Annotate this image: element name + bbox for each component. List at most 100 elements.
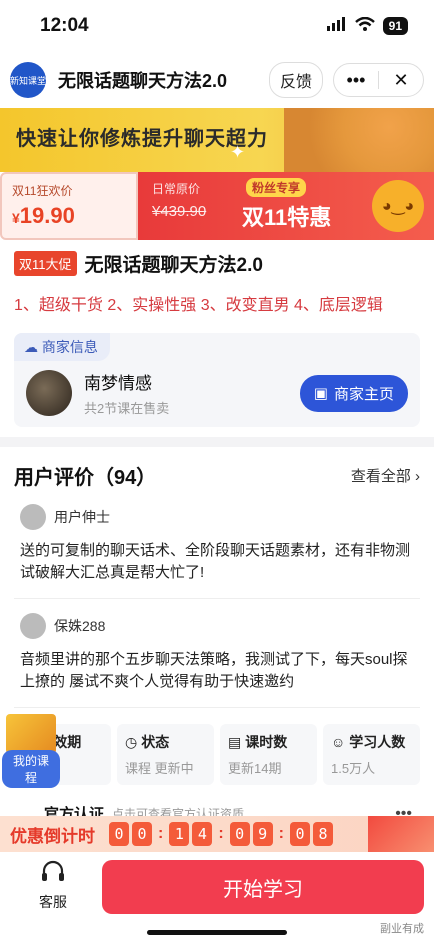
stat-learners-value: 1.5万人	[331, 761, 376, 776]
merchant-name: 南梦情感	[84, 374, 152, 393]
stat-learners-label: 学习人数	[349, 734, 406, 750]
customer-service-button[interactable]: 客服	[10, 860, 96, 941]
bottom-action-bar: 客服 开始学习	[0, 852, 434, 941]
more-icon[interactable]: •••	[334, 70, 378, 91]
start-learning-button[interactable]: 开始学习	[102, 860, 424, 914]
stat-lessons-title: ▤ 课时数	[228, 732, 309, 752]
chevron-right-icon: ›	[410, 468, 420, 485]
users-icon: ☺	[331, 734, 346, 750]
stat-status-title: ◷ 状态	[125, 732, 206, 752]
reviews-section: 用户评价（94） 查看全部 › 用户伸士 送的可复制的聊天话术、全阶段聊天话题素…	[0, 447, 434, 838]
status-icons: 91	[326, 16, 408, 36]
stat-learners: ☺ 学习人数 1.5万人	[323, 724, 420, 785]
merchant-info: 南梦情感 共2节课在售卖	[84, 369, 300, 417]
merchant-body: 南梦情感 共2节课在售卖 ▣ 商家主页	[14, 361, 420, 417]
countdown-bar: 优惠倒计时 0 0 : 1 4 : 0 9 : 0 8	[0, 816, 434, 852]
stat-lessons: ▤ 课时数 更新14期	[220, 724, 317, 785]
review-username: 保姝288	[54, 618, 106, 634]
review-text: 音频里讲的那个五步聊天法策略，我测试了下，每天soul探上撩的 屡试不爽个人觉得…	[20, 651, 408, 690]
merchant-card: ☁ 商家信息 南梦情感 共2节课在售卖 ▣ 商家主页	[14, 333, 420, 427]
mini-program-capsule: ••• ✕	[333, 63, 424, 97]
course-stats: ▦有效期 有效 ◷状态 课程 更新中 ▤课时数 更新14期 ☺学习人数 1.5万…	[14, 708, 420, 797]
merchant-avatar[interactable]	[26, 370, 72, 416]
review-item: 用户伸士 送的可复制的聊天话术、全阶段聊天话题素材，还有非物测试破解大汇总真是帮…	[14, 490, 420, 599]
battery-indicator: 91	[382, 17, 408, 35]
promo-tag: 双11大促	[14, 251, 77, 276]
stat-status-label: 状态	[141, 734, 170, 750]
my-course-float-button[interactable]: 我的课程	[2, 714, 60, 788]
course-subtitle: 1、超级干货 2、实操性强 3、改变直男 4、底层逻辑	[14, 297, 383, 314]
merchant-home-button[interactable]: ▣ 商家主页	[299, 374, 408, 412]
document-icon: ▤	[228, 733, 242, 750]
promo-title: 双11特惠	[242, 205, 332, 230]
countdown-colon: :	[218, 825, 224, 842]
course-banner: 快速让你修炼提升聊天超力 ✦	[0, 108, 434, 172]
status-time: 12:04	[40, 15, 89, 36]
review-user: 保姝288	[20, 613, 414, 639]
review-item: 保姝288 音频里讲的那个五步聊天法策略，我测试了下，每天soul探上撩的 屡试…	[14, 599, 420, 708]
signal-icon	[326, 16, 347, 36]
sale-price-amount: 19.90	[19, 203, 75, 228]
page-title: 无限话题聊天方法2.0	[58, 71, 228, 91]
review-username: 用户伸士	[54, 509, 110, 525]
countdown-digit: 0	[229, 822, 250, 846]
sale-price: ¥19.90	[12, 203, 126, 229]
wifi-icon	[354, 16, 375, 36]
app-logo: 新知课堂	[10, 62, 46, 98]
navbar: 新知课堂 无限话题聊天方法2.0 反馈 ••• ✕	[0, 52, 434, 108]
reviews-title: 用户评价（94）	[14, 467, 157, 489]
stat-status: ◷ 状态 课程 更新中	[117, 724, 214, 785]
merchant-header: ☁ 商家信息	[14, 333, 110, 361]
customer-service-label: 客服	[39, 894, 67, 910]
course-title: 无限话题聊天方法2.0	[84, 255, 263, 276]
mascot-icon: ◕‿◕	[372, 180, 424, 232]
countdown-digit: 0	[289, 822, 310, 846]
countdown-digit: 0	[109, 822, 129, 846]
red-envelope-decoration	[368, 816, 434, 852]
stat-status-value: 课程 更新中	[125, 761, 194, 776]
banner-image	[284, 108, 434, 172]
currency-symbol: ¥	[12, 210, 20, 226]
merchant-header-label: 商家信息	[41, 339, 98, 355]
avatar	[20, 504, 46, 530]
close-icon[interactable]: ✕	[379, 70, 423, 91]
countdown-colon: :	[278, 825, 284, 842]
merchant-icon: ☁	[24, 339, 38, 355]
merchant-home-label: 商家主页	[333, 385, 394, 403]
reviews-header: 用户评价（94） 查看全部 ›	[14, 461, 420, 490]
countdown-digit: 0	[132, 822, 152, 846]
headset-icon	[40, 860, 66, 890]
clock-icon: ◷	[125, 733, 138, 750]
stat-lessons-value: 更新14期	[228, 761, 282, 776]
fans-exclusive-tag: 粉丝专享	[246, 178, 307, 197]
view-all-label: 查看全部	[350, 468, 411, 485]
home-indicator	[147, 930, 287, 935]
merchant-course-count: 共2节课在售卖	[84, 401, 170, 416]
countdown-colon: :	[158, 825, 164, 842]
promo-box: 日常原价 ¥439.90 粉丝专享 双11特惠 ◕‿◕	[138, 172, 434, 240]
stat-learners-title: ☺ 学习人数	[331, 732, 412, 752]
stat-lessons-label: 课时数	[245, 734, 288, 750]
countdown-digit: 4	[192, 822, 213, 846]
countdown-digit: 9	[252, 822, 273, 846]
course-info: 双11大促 无限话题聊天方法2.0 1、超级干货 2、实操性强 3、改变直男 4…	[0, 240, 434, 437]
sale-price-label: 双11狂欢价	[12, 184, 73, 198]
my-course-label: 我的课程	[2, 750, 60, 788]
sparkle-icon: ✦	[230, 142, 246, 162]
countdown-digit: 1	[169, 822, 190, 846]
status-bar: 12:04 91	[0, 0, 434, 52]
feedback-button[interactable]: 反馈	[268, 62, 323, 98]
countdown-digit: 8	[312, 822, 333, 846]
shop-icon: ▣	[313, 385, 328, 402]
logo-text: 新知课堂	[10, 75, 47, 86]
review-user: 用户伸士	[20, 504, 414, 530]
sale-price-box: 双11狂欢价 ¥19.90	[0, 172, 138, 240]
price-bar: 双11狂欢价 ¥19.90 日常原价 ¥439.90 粉丝专享 双11特惠 ◕‿…	[0, 172, 434, 240]
watermark: 副业有成	[380, 923, 424, 935]
book-icon	[6, 714, 56, 754]
review-text: 送的可复制的聊天话术、全阶段聊天话题素材，还有非物测试破解大汇总真是帮大忙了!	[20, 542, 411, 581]
avatar	[20, 613, 46, 639]
view-all-link[interactable]: 查看全部 ›	[351, 465, 420, 486]
countdown-label: 优惠倒计时	[10, 826, 95, 846]
course-title-row: 双11大促 无限话题聊天方法2.0	[14, 250, 420, 277]
